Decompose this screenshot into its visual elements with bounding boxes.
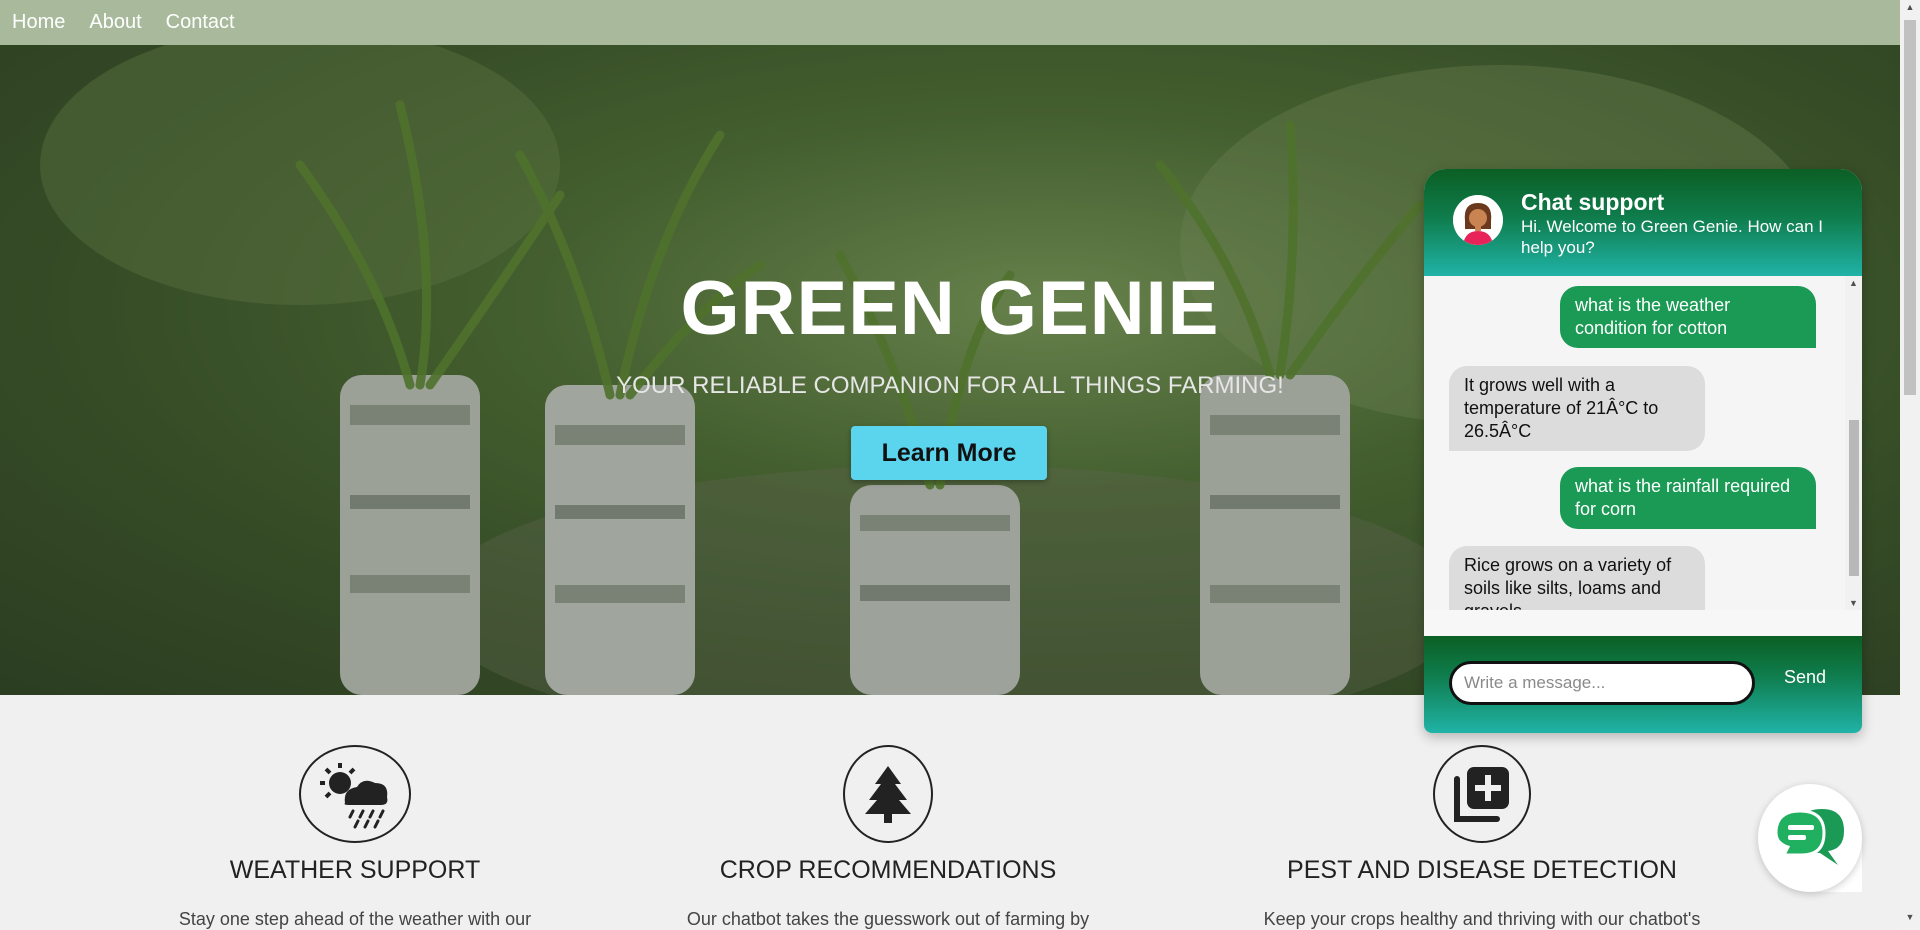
add-copy-icon <box>1433 745 1531 843</box>
chat-toggle-button[interactable] <box>1758 784 1862 892</box>
feature-weather-support: WEATHER SUPPORT Stay one step ahead of t… <box>55 695 655 930</box>
feature-description: Keep your crops healthy and thriving wit… <box>1263 909 1701 929</box>
chat-welcome-text: Hi. Welcome to Green Genie. How can I he… <box>1521 217 1824 257</box>
bot-message: It grows well with a temperature of 21Â°… <box>1449 366 1705 451</box>
support-agent-avatar <box>1453 195 1503 245</box>
feature-description: Our chatbot takes the guesswork out of f… <box>686 909 1090 929</box>
feature-title: CROP RECOMMENDATIONS <box>719 856 1057 884</box>
feature-title: PEST AND DISEASE DETECTION <box>1287 856 1677 884</box>
nav-home-link[interactable]: Home <box>12 11 65 34</box>
chat-header: Chat support Hi. Welcome to Green Genie.… <box>1424 169 1862 276</box>
chat-bubbles-icon <box>1774 809 1844 865</box>
chat-scroll-down-icon[interactable]: ▼ <box>1845 598 1862 608</box>
chat-title: Chat support <box>1521 189 1665 215</box>
tree-icon <box>843 745 933 843</box>
chat-scrollbar[interactable]: ▲ ▼ <box>1845 276 1862 610</box>
chat-scroll-up-icon[interactable]: ▲ <box>1845 278 1862 288</box>
bot-message: Rice grows on a variety of soils like si… <box>1449 546 1705 610</box>
chat-message-list[interactable]: what is the weather condition for cotton… <box>1424 276 1862 610</box>
chat-scrollbar-thumb[interactable] <box>1849 420 1859 576</box>
feature-crop-recommendations: CROP RECOMMENDATIONS Our chatbot takes t… <box>588 695 1188 930</box>
send-button[interactable]: Send <box>1778 666 1832 689</box>
user-message: what is the rainfall required for corn <box>1560 467 1816 529</box>
feature-title: WEATHER SUPPORT <box>229 856 481 884</box>
weather-icon <box>299 745 411 843</box>
scrollbar-thumb[interactable] <box>1904 20 1916 395</box>
learn-more-button[interactable]: Learn More <box>851 426 1047 480</box>
feature-description: Stay one step ahead of the weather with … <box>178 909 532 929</box>
chat-message-input[interactable] <box>1449 661 1755 705</box>
page-scrollbar[interactable]: ▲ ▼ <box>1900 0 1920 930</box>
chat-support-widget: Chat support Hi. Welcome to Green Genie.… <box>1424 169 1862 733</box>
nav-about-link[interactable]: About <box>89 11 141 34</box>
scroll-down-arrow-icon[interactable]: ▼ <box>1900 912 1920 928</box>
chat-footer: Send <box>1424 636 1862 733</box>
user-message: what is the weather condition for cotton <box>1560 286 1816 348</box>
top-navbar: Home About Contact <box>0 0 1900 45</box>
scroll-up-arrow-icon[interactable]: ▲ <box>1900 2 1920 18</box>
nav-contact-link[interactable]: Contact <box>166 11 235 34</box>
